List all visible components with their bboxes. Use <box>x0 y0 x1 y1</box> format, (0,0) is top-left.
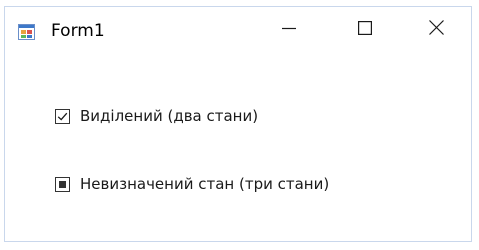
indeterminate-mark-icon <box>59 180 66 188</box>
checkbox-indeterminate-box[interactable] <box>55 176 70 192</box>
checkbox-checked-box[interactable] <box>55 108 70 124</box>
maximize-icon <box>358 20 373 39</box>
checkbox-two-state[interactable]: Виділений (два стани) <box>55 106 258 126</box>
maximize-button[interactable] <box>333 7 397 51</box>
checkbox-three-state-label: Невизначений стан (три стани) <box>80 175 330 193</box>
form-window: Form1 Виділений (два стани) Невизначений… <box>4 6 472 242</box>
title-bar[interactable]: Form1 <box>5 7 471 51</box>
app-icon <box>18 24 35 40</box>
checkbox-two-state-label: Виділений (два стани) <box>80 107 259 125</box>
checkbox-three-state[interactable]: Невизначений стан (три стани) <box>55 174 329 194</box>
minimize-button[interactable] <box>257 7 321 51</box>
checkmark-icon <box>57 112 68 121</box>
window-title: Form1 <box>51 21 105 41</box>
minimize-icon <box>282 20 296 39</box>
close-icon <box>428 19 444 39</box>
close-button[interactable] <box>404 7 468 51</box>
